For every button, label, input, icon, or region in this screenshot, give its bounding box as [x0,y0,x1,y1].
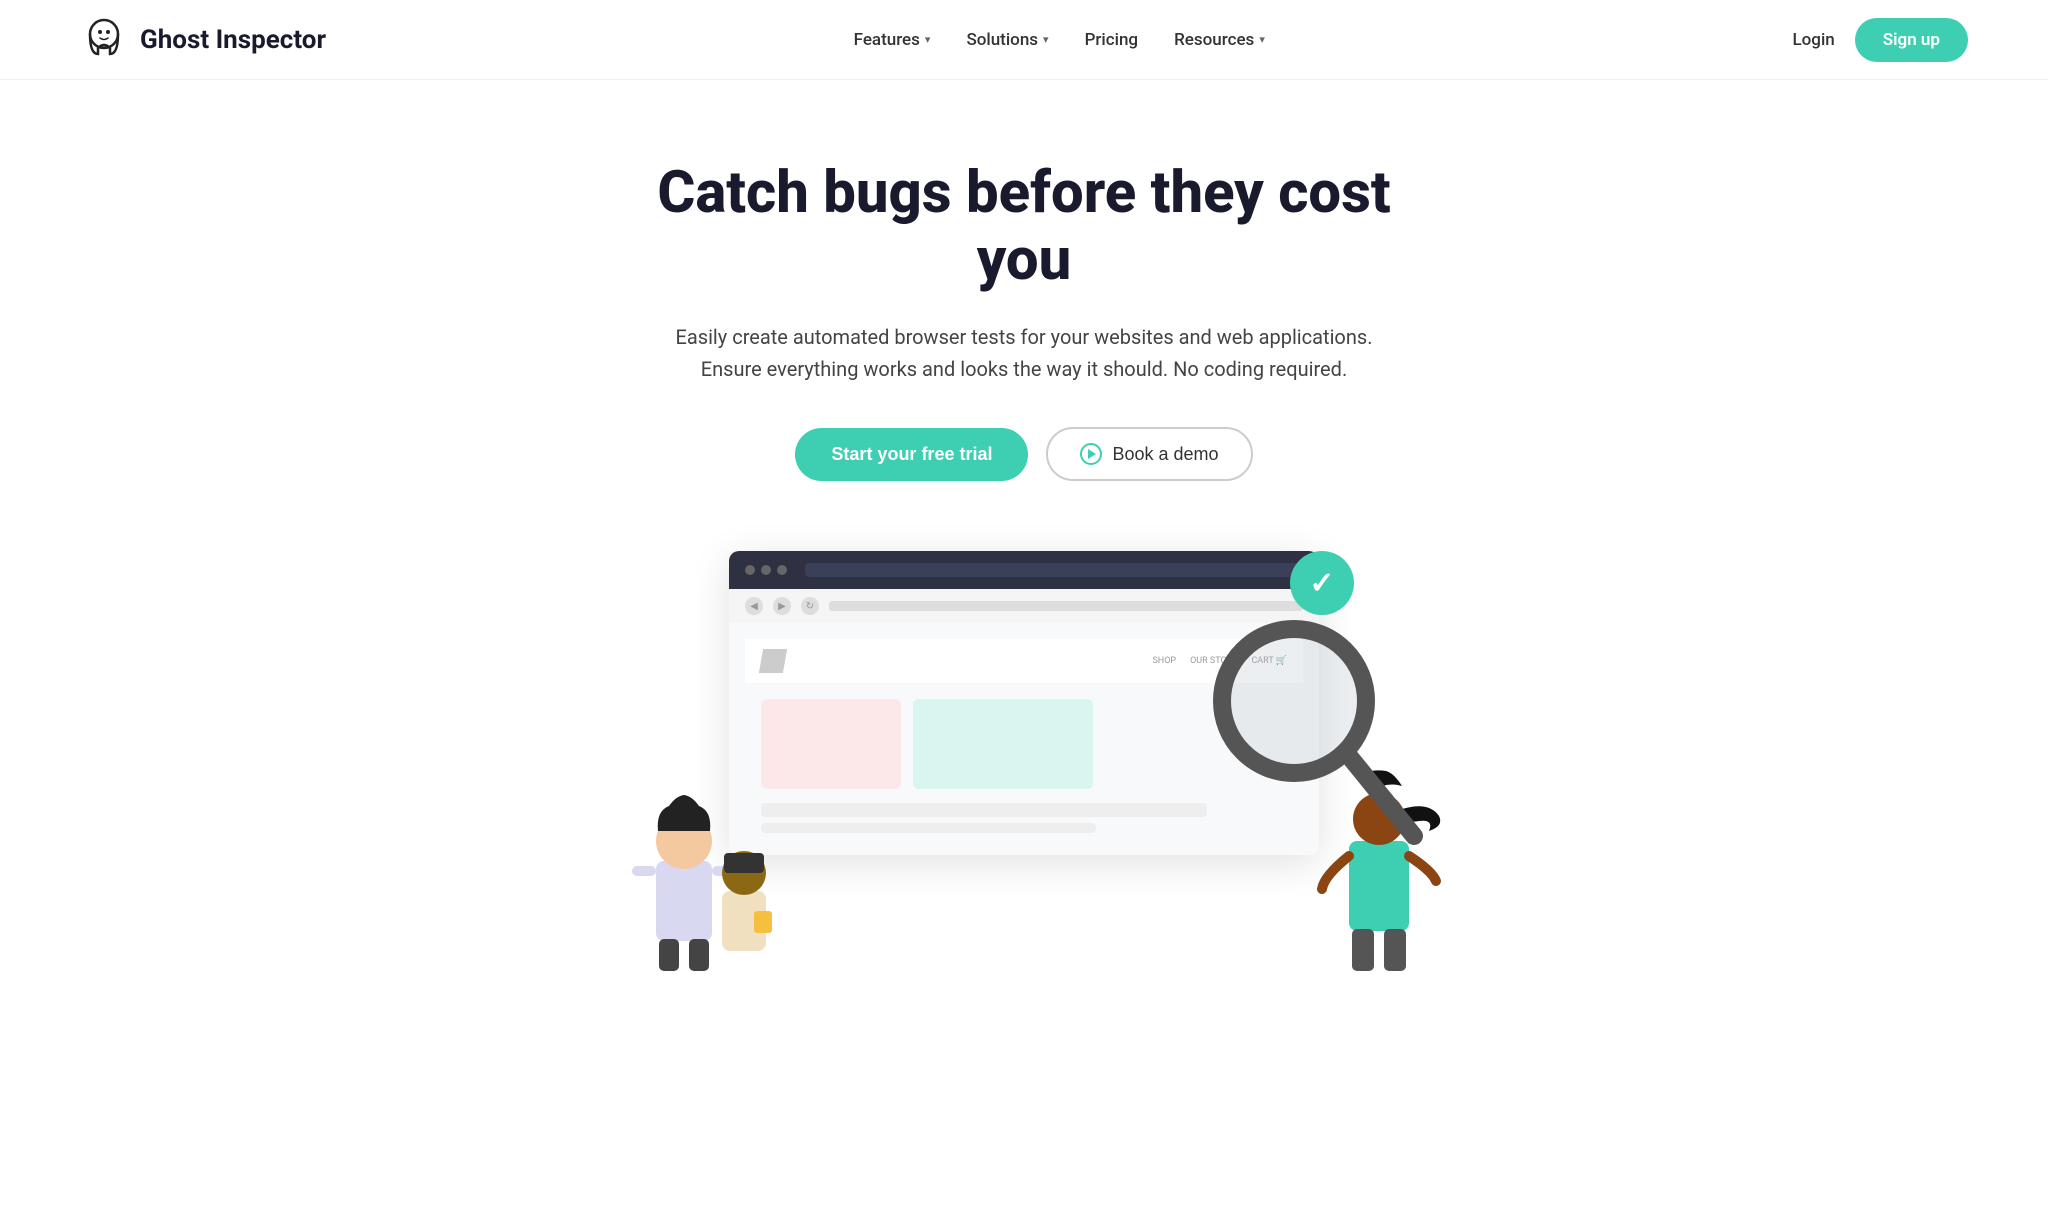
hero-title: Catch bugs before they cost you [614,160,1434,293]
hero-section: Catch bugs before they cost you Easily c… [0,80,2048,971]
chevron-down-icon: ▾ [1043,33,1049,46]
back-icon: ◀ [745,597,763,615]
check-badge: ✓ [1290,551,1354,615]
content-block-2 [913,699,1093,789]
forward-icon: ▶ [773,597,791,615]
nav-features[interactable]: Features ▾ [854,30,931,50]
refresh-icon: ↻ [801,597,819,615]
brand-name: Ghost Inspector [140,25,326,55]
logo-icon [80,16,128,64]
content-block-1 [761,699,901,789]
hero-illustration: ◀ ▶ ↻ SHOP OUR STORY CART 🛒 [574,551,1474,971]
chevron-down-icon: ▾ [1259,33,1265,46]
hero-cta: Start your free trial Book a demo [795,427,1252,481]
nav-resources[interactable]: Resources ▾ [1174,30,1265,50]
magnifier-icon [1204,611,1424,851]
chevron-down-icon: ▾ [925,33,931,46]
site-logo [759,649,787,673]
play-triangle [1088,449,1096,459]
login-button[interactable]: Login [1792,30,1834,50]
hero-subtitle: Easily create automated browser tests fo… [674,321,1374,385]
demo-button[interactable]: Book a demo [1046,427,1252,481]
nav-pricing[interactable]: Pricing [1085,30,1139,50]
nav-solutions[interactable]: Solutions ▾ [966,30,1048,50]
site-nav-shop: SHOP [1152,656,1176,666]
signup-button[interactable]: Sign up [1855,18,1968,62]
logo-link[interactable]: Ghost Inspector [80,16,326,64]
trial-button[interactable]: Start your free trial [795,428,1028,481]
check-icon: ✓ [1309,566,1334,601]
nav-links: Features ▾ Solutions ▾ Pricing Resources… [854,30,1265,50]
person-middle-figure [694,811,794,971]
nav-actions: Login Sign up [1792,18,1968,62]
play-icon [1080,443,1102,465]
navbar: Ghost Inspector Features ▾ Solutions ▾ P… [0,0,2048,80]
